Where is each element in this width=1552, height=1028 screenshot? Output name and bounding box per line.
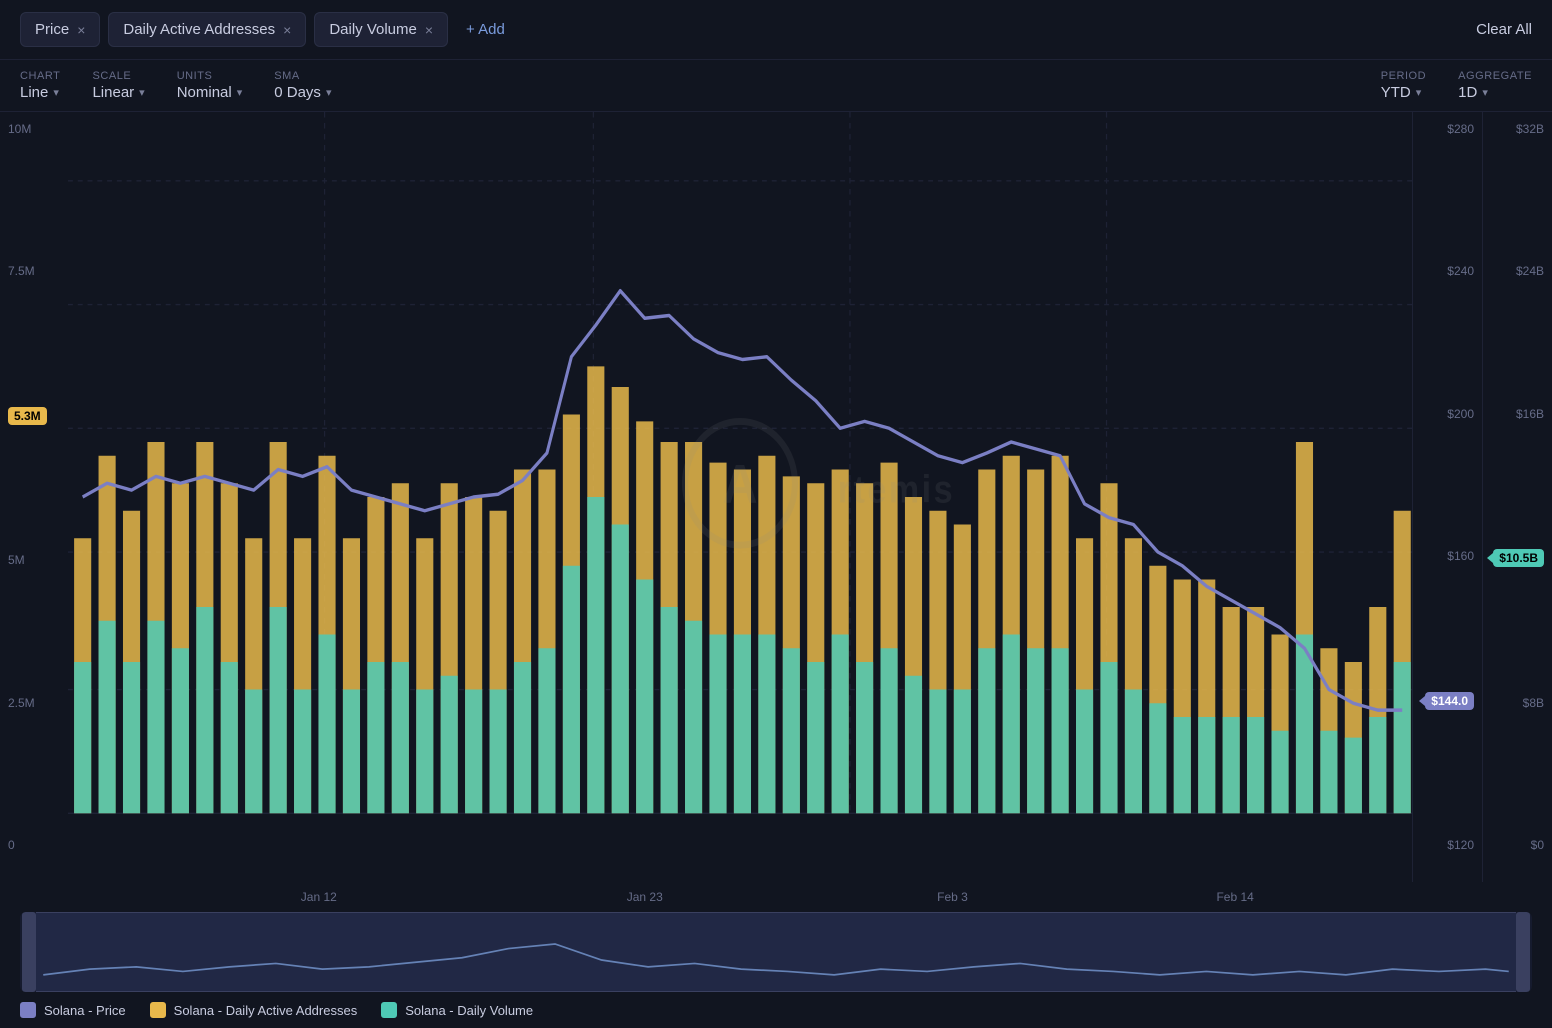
y-left-0: 0 <box>8 838 60 852</box>
legend-volume-label: Solana - Daily Volume <box>405 1003 533 1018</box>
units-arrow-icon: ▾ <box>237 86 243 99</box>
svg-text:A: A <box>722 454 757 515</box>
tab-price-close[interactable]: × <box>77 22 85 38</box>
legend-daily-volume: Solana - Daily Volume <box>381 1002 533 1018</box>
tab-daily-volume[interactable]: Daily Volume × <box>314 12 448 47</box>
sma-selector[interactable]: 0 Days ▾ <box>274 84 331 101</box>
chart-selector[interactable]: Line ▾ <box>20 84 60 101</box>
legend-active-swatch <box>150 1002 166 1018</box>
y-axis-left: 10M 7.5M 5.3M 5M 2.5M 0 <box>0 112 68 882</box>
x-axis: Jan 12 Jan 23 Feb 3 Feb 14 <box>0 882 1552 912</box>
tab-price[interactable]: Price × <box>20 12 100 47</box>
tab-daily-active[interactable]: Daily Active Addresses × <box>108 12 306 47</box>
y-axis-right2: $32B $24B $16B $10.5B $8B $0 <box>1482 112 1552 882</box>
units-label: UNITS <box>177 70 243 82</box>
y-left-10m: 10M <box>8 122 60 136</box>
mini-chart-handle-right[interactable] <box>1516 912 1530 992</box>
scale-label: SCALE <box>92 70 144 82</box>
main-container: Price × Daily Active Addresses × Daily V… <box>0 0 1552 1028</box>
scale-control: SCALE Linear ▾ <box>92 70 144 101</box>
aggregate-selector[interactable]: 1D ▾ <box>1458 84 1532 101</box>
y-left-75m: 7.5M <box>8 264 60 278</box>
chart-main: 10M 7.5M 5.3M 5M 2.5M 0 <box>0 112 1552 882</box>
mini-chart-selection <box>36 912 1516 992</box>
y-right2-8b: $8B <box>1491 696 1544 710</box>
controls-bar: CHART Line ▾ SCALE Linear ▾ UNITS Nomina… <box>0 60 1552 112</box>
chart-label: CHART <box>20 70 60 82</box>
sma-label: SMA <box>274 70 331 82</box>
tab-daily-active-close[interactable]: × <box>283 22 291 38</box>
scale-selector[interactable]: Linear ▾ <box>92 84 144 101</box>
period-selector[interactable]: YTD ▾ <box>1381 84 1426 101</box>
legend-active-label: Solana - Daily Active Addresses <box>174 1003 358 1018</box>
tab-daily-volume-label: Daily Volume <box>329 21 417 38</box>
chart-inner[interactable]: A rtemis <box>68 112 1412 882</box>
period-label: PERIOD <box>1381 70 1426 82</box>
y-right2-32b: $32B <box>1491 122 1544 136</box>
y-right1-120: $120 <box>1421 838 1474 852</box>
price-badge: $144.0 <box>1425 692 1474 710</box>
add-metric-button[interactable]: + Add <box>456 13 515 46</box>
controls-right: PERIOD YTD ▾ AGGREGATE 1D ▾ <box>1381 70 1532 101</box>
chart-control: CHART Line ▾ <box>20 70 60 101</box>
y-right2-16b: $16B <box>1491 407 1544 421</box>
x-label-jan12: Jan 12 <box>301 890 337 904</box>
clear-all-button[interactable]: Clear All <box>1476 21 1532 38</box>
y-axis-right1: $280 $240 $200 $160 $144.0 $120 <box>1412 112 1482 882</box>
y-left-5m: 5M <box>8 553 60 567</box>
volume-badge: $10.5B <box>1493 549 1544 567</box>
legend-price-label: Solana - Price <box>44 1003 126 1018</box>
y-right1-240: $240 <box>1421 264 1474 278</box>
sma-control: SMA 0 Days ▾ <box>274 70 331 101</box>
aggregate-arrow-icon: ▾ <box>1482 86 1488 99</box>
scale-arrow-icon: ▾ <box>139 86 145 99</box>
legend: Solana - Price Solana - Daily Active Add… <box>0 992 1552 1028</box>
x-label-jan23: Jan 23 <box>627 890 663 904</box>
tab-daily-active-label: Daily Active Addresses <box>123 21 275 38</box>
chart-wrapper: 10M 7.5M 5.3M 5M 2.5M 0 <box>0 112 1552 1028</box>
svg-text:rtemis: rtemis <box>838 468 955 511</box>
legend-price: Solana - Price <box>20 1002 126 1018</box>
mini-chart-handle-left[interactable] <box>22 912 36 992</box>
sma-arrow-icon: ▾ <box>326 86 332 99</box>
y-right2-24b: $24B <box>1491 264 1544 278</box>
mini-chart[interactable] <box>20 912 1532 992</box>
y-left-25m: 2.5M <box>8 696 60 710</box>
chart-svg: A rtemis <box>68 112 1412 882</box>
legend-volume-swatch <box>381 1002 397 1018</box>
x-label-feb3: Feb 3 <box>937 890 968 904</box>
y-right1-160: $160 <box>1421 549 1474 563</box>
aggregate-label: AGGREGATE <box>1458 70 1532 82</box>
y-right1-200: $200 <box>1421 407 1474 421</box>
y-right2-0: $0 <box>1491 838 1544 852</box>
period-control: PERIOD YTD ▾ <box>1381 70 1426 101</box>
legend-daily-active: Solana - Daily Active Addresses <box>150 1002 358 1018</box>
y-right1-280: $280 <box>1421 122 1474 136</box>
aggregate-control: AGGREGATE 1D ▾ <box>1458 70 1532 101</box>
units-control: UNITS Nominal ▾ <box>177 70 243 101</box>
tab-bar: Price × Daily Active Addresses × Daily V… <box>0 0 1552 60</box>
units-selector[interactable]: Nominal ▾ <box>177 84 243 101</box>
x-label-feb14: Feb 14 <box>1216 890 1253 904</box>
tab-daily-volume-close[interactable]: × <box>425 22 433 38</box>
tab-price-label: Price <box>35 21 69 38</box>
y-left-highlight: 5.3M <box>8 407 47 425</box>
chart-arrow-icon: ▾ <box>53 86 59 99</box>
period-arrow-icon: ▾ <box>1416 86 1422 99</box>
legend-price-swatch <box>20 1002 36 1018</box>
